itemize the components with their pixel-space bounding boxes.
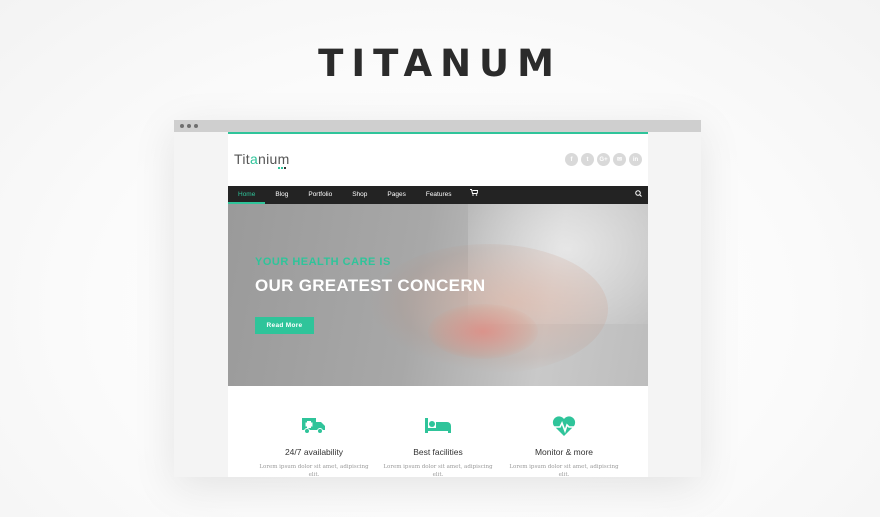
nav-item-pages[interactable]: Pages: [377, 186, 415, 204]
heart-monitor-icon: [504, 415, 624, 439]
nav-item-portfolio[interactable]: Portfolio: [298, 186, 342, 204]
nav-item-shop[interactable]: Shop: [342, 186, 377, 204]
search-icon[interactable]: [635, 186, 642, 204]
twitter-icon[interactable]: t: [581, 153, 594, 166]
hero-banner: YOUR HEALTH CARE IS OUR GREATEST CONCERN…: [228, 204, 648, 386]
logo-dots: [278, 167, 286, 169]
feature-availability: 24/7 availability Lorem ipsum dolor sit …: [254, 386, 374, 477]
window-dot-icon: [180, 124, 184, 128]
feature-title: Best facilities: [413, 447, 463, 457]
window-dot-icon: [194, 124, 198, 128]
facebook-icon[interactable]: f: [565, 153, 578, 166]
browser-window: Titanium f t G+ ✉ in Home Blog Portfolio…: [174, 120, 701, 477]
website-preview: Titanium f t G+ ✉ in Home Blog Portfolio…: [228, 132, 648, 477]
logo-text-suffix: nium: [258, 151, 290, 167]
nav-item-home[interactable]: Home: [228, 186, 266, 204]
feature-text: Lorem ipsum dolor sit amet, adipiscing e…: [383, 464, 493, 477]
feature-title: 24/7 availability: [284, 447, 344, 457]
bed-icon: [378, 415, 498, 439]
nav-item-blog[interactable]: Blog: [265, 186, 298, 204]
site-logo[interactable]: Titanium: [234, 151, 290, 167]
google-plus-icon[interactable]: G+: [597, 153, 610, 166]
feature-monitor: Monitor & more Lorem ipsum dolor sit ame…: [504, 386, 624, 477]
cart-icon[interactable]: [462, 186, 486, 204]
feature-text: Lorem ipsum dolor sit amet, adipiscing e…: [259, 464, 369, 477]
browser-title-bar: [174, 120, 701, 132]
feature-title: Monitor & more: [534, 447, 594, 457]
window-dot-icon: [187, 124, 191, 128]
features-section: 24/7 availability Lorem ipsum dolor sit …: [228, 386, 648, 477]
hero-image-dental-model: [428, 304, 538, 359]
site-header: Titanium f t G+ ✉ in: [228, 134, 648, 186]
hero-subtitle: YOUR HEALTH CARE IS: [255, 256, 391, 268]
main-nav: Home Blog Portfolio Shop Pages Features: [228, 186, 648, 204]
read-more-button[interactable]: Read More: [255, 317, 314, 334]
hero-title: OUR GREATEST CONCERN: [255, 276, 486, 295]
social-links: f t G+ ✉ in: [565, 153, 642, 166]
logo-text-prefix: Tit: [234, 151, 250, 167]
email-icon[interactable]: ✉: [613, 153, 626, 166]
linkedin-icon[interactable]: in: [629, 153, 642, 166]
logo-text-accent: a: [249, 151, 259, 167]
page-title: TITANUM: [318, 42, 562, 85]
feature-text: Lorem ipsum dolor sit amet, adipiscing e…: [509, 464, 619, 477]
nav-item-features[interactable]: Features: [416, 186, 462, 204]
feature-facilities: Best facilities Lorem ipsum dolor sit am…: [378, 386, 498, 477]
ambulance-icon: [254, 415, 374, 439]
